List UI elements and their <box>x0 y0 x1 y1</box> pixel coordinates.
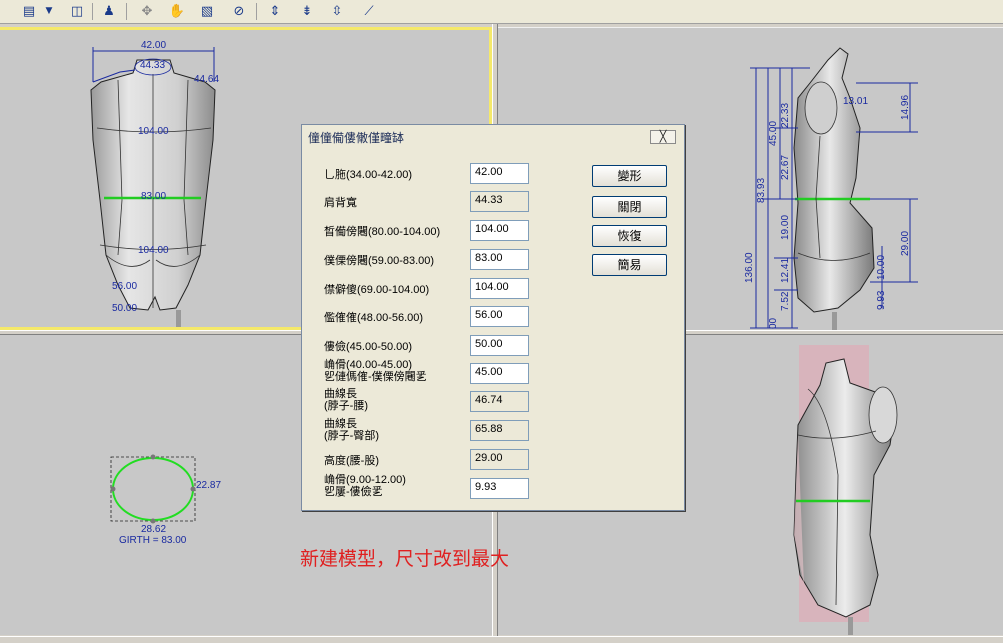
simple-button[interactable]: 簡易 <box>592 254 667 276</box>
field-label-4: 僸僻傻(69.00-104.00) <box>324 284 430 296</box>
field-label-5: 儖傕傕(48.00-56.00) <box>324 312 424 324</box>
field-input-10: 29.00 <box>470 449 529 470</box>
field-input-11[interactable]: 9.93 <box>470 478 529 499</box>
cross-depth-label: 28.62 <box>141 524 166 535</box>
side-label-2: 22.67 <box>780 155 791 180</box>
field-input-2[interactable]: 104.00 <box>470 220 529 241</box>
field-label-8: 曲線長 (脖子-腰) <box>324 388 368 412</box>
side-label-10: 29.00 <box>900 231 911 256</box>
field-input-5[interactable]: 56.00 <box>470 306 529 327</box>
side-label-4: 19.00 <box>780 215 791 240</box>
window-icon[interactable]: ◫ <box>66 1 88 21</box>
front-shoulder-label: 44.64 <box>194 74 219 85</box>
ruler-icon[interactable]: ⟋ <box>358 1 380 21</box>
field-label-3: 僕傈傍闀(59.00-83.00) <box>324 255 435 267</box>
close-icon[interactable]: ╳ <box>650 130 676 144</box>
restore-button[interactable]: 恢復 <box>592 225 667 247</box>
dropdown-arrow-icon[interactable]: ▼ <box>42 1 56 21</box>
front-knee-label: 50.00 <box>112 303 137 314</box>
field-label-11: 崅傦(9.00-12.00) 乮屢-僂儉乯 <box>324 474 406 498</box>
layers-icon[interactable]: ▤ <box>18 1 40 21</box>
side-label-13: 00 <box>768 317 779 329</box>
front-waist-label: 83.00 <box>141 191 166 202</box>
side-label-3: 83.93 <box>756 178 767 203</box>
front-thigh-label: 56.00 <box>112 281 137 292</box>
field-label-0: 乚胣(34.00-42.00) <box>324 169 413 181</box>
side-label-1: 45.00 <box>768 121 779 146</box>
annotation-text: 新建模型，尺寸改到最大 <box>300 548 510 570</box>
side-label-11: 10.00 <box>876 255 887 280</box>
align-center-icon[interactable]: ⇳ <box>326 1 348 21</box>
globe-icon[interactable]: ⊘ <box>228 1 250 21</box>
field-input-7[interactable]: 45.00 <box>470 363 529 384</box>
field-input-6[interactable]: 50.00 <box>470 335 529 356</box>
dialog-title: 僮僮僃僂僌僅疃缽 <box>308 131 405 145</box>
figure-adjust-icon[interactable]: ♟ <box>98 1 120 21</box>
side-label-0: 22.33 <box>780 103 791 128</box>
field-input-1: 44.33 <box>470 191 529 212</box>
field-input-0[interactable]: 42.00 <box>470 163 529 184</box>
side-label-5: 136.00 <box>744 252 755 283</box>
field-label-10: 高度(腰-股) <box>324 455 379 467</box>
side-label-6: 12.41 <box>780 258 791 283</box>
front-top-label: 42.00 <box>141 40 166 51</box>
field-label-7: 崅傦(40.00-45.00) 乮僆傌傕-僕傈傍闀乯 <box>324 359 427 383</box>
mannequin-stand <box>176 310 181 327</box>
side-label-12: 9.93 <box>876 290 887 310</box>
field-label-9: 曲線長 (脖子-臀部) <box>324 418 379 442</box>
field-input-8: 46.74 <box>470 391 529 412</box>
side-label-8: 13.01 <box>843 96 868 107</box>
align-left-icon[interactable]: ⇟ <box>296 1 318 21</box>
transform-button[interactable]: 變形 <box>592 165 667 187</box>
side-label-9: 14.96 <box>900 95 911 120</box>
field-label-6: 僂儉(45.00-50.00) <box>324 341 413 353</box>
close-button[interactable]: 關閉 <box>592 196 667 218</box>
main-toolbar: ▤ ▼ ◫ ♟ ✥ ✋ ▧ ⊘ ⇕ ⇟ ⇳ ⟋ <box>0 0 1003 24</box>
page-select-icon[interactable]: ▧ <box>196 1 218 21</box>
size-adjust-dialog: 僮僮僃僂僌僅疃缽 ╳ 乚胣(34.00-42.00) 42.00 肩背寬 44.… <box>301 124 685 511</box>
field-input-4[interactable]: 104.00 <box>470 278 529 299</box>
girth-label: GIRTH = 83.00 <box>119 535 187 546</box>
front-hip-label: 104.00 <box>138 245 169 256</box>
rotate-icon[interactable]: ✥ <box>136 1 158 21</box>
side-label-7: 7.52 <box>780 291 791 311</box>
hand-pan-icon[interactable]: ✋ <box>166 1 188 21</box>
waist-cross-section <box>112 457 194 521</box>
front-bust-label: 104.00 <box>138 126 169 137</box>
cross-width-label: 22.87 <box>196 480 221 491</box>
field-label-1: 肩背寬 <box>324 197 357 209</box>
front-neck-label: 44.33 <box>140 60 165 71</box>
align-vertical-icon[interactable]: ⇕ <box>264 1 286 21</box>
field-input-9: 65.88 <box>470 420 529 441</box>
field-label-2: 晳僃傍闀(80.00-104.00) <box>324 226 441 238</box>
field-input-3[interactable]: 83.00 <box>470 249 529 270</box>
